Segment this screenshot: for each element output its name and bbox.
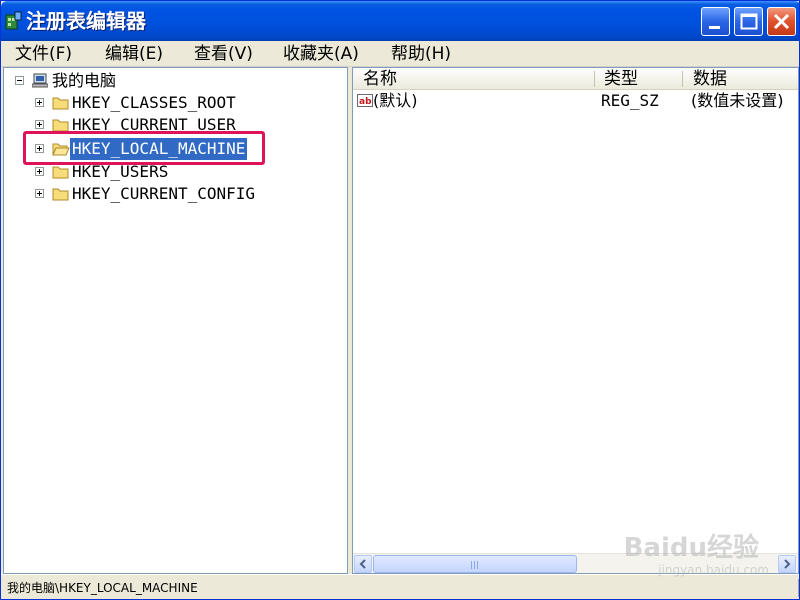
maximize-button[interactable] [734,7,763,36]
maximize-icon [740,13,758,30]
tree-item-hkey-current-config[interactable]: HKEY_CURRENT_CONFIG [4,183,344,205]
regedit-app-icon [5,11,22,30]
column-divider[interactable] [594,71,595,87]
folder-icon [52,166,69,179]
column-header-data[interactable]: 数据 [693,68,727,90]
expand-toggle[interactable] [35,120,44,129]
baidu-watermark-url: jingyan.baidu.com [658,563,769,577]
window-title: 注册表编辑器 [26,9,146,33]
baidu-watermark: Baidu经验 [623,533,759,563]
tree-item-hkey-classes-root[interactable]: HKEY_CLASSES_ROOT [4,92,344,114]
collapse-toggle[interactable] [15,76,24,85]
list-header: 名称 类型 数据 [353,68,798,90]
column-header-type[interactable]: 类型 [604,68,638,90]
value-name: (默认) [373,91,418,110]
minimize-button[interactable] [701,7,730,36]
tree-item-label: HKEY_CURRENT_CONFIG [72,184,256,203]
close-button[interactable] [767,7,796,36]
regedit-window: 注册表编辑器 文件(F) 编辑(E) 查看(V) 收藏夹(A) 帮助(H) 我的… [0,0,800,600]
menu-edit[interactable]: 编辑(E) [105,43,163,65]
string-value-icon: ab [357,94,373,107]
list-item[interactable]: ab (默认) REG_SZ (数值未设置) [353,90,798,112]
expand-toggle[interactable] [35,98,44,107]
value-list-pane[interactable]: 名称 类型 数据 ab (默认) REG_SZ (数值未设置) [352,67,799,574]
folder-icon [52,97,69,110]
menu-favorites[interactable]: 收藏夹(A) [283,43,359,65]
close-icon [773,13,790,30]
menu-file[interactable]: 文件(F) [15,43,72,65]
menu-bar: 文件(F) 编辑(E) 查看(V) 收藏夹(A) 帮助(H) [1,41,799,67]
scroll-right-button[interactable] [778,555,796,573]
chevron-right-icon [784,559,791,569]
menu-help[interactable]: 帮助(H) [391,43,451,65]
value-data: (数值未设置) [691,91,784,110]
folder-icon [52,119,69,132]
svg-text:ab: ab [359,97,372,107]
chevron-left-icon [359,559,366,569]
annotation-highlight-box [23,131,265,165]
status-bar: 我的电脑\HKEY_LOCAL_MACHINE [1,574,799,599]
tree-root-label: 我的电脑 [52,71,117,90]
expand-toggle[interactable] [35,189,44,198]
menu-view[interactable]: 查看(V) [194,43,253,65]
column-divider[interactable] [682,71,683,87]
tree-item-label: HKEY_CLASSES_ROOT [72,93,236,112]
scrollbar-thumb[interactable] [373,555,577,573]
value-type: REG_SZ [601,91,659,110]
minimize-icon [709,26,720,29]
scroll-left-button[interactable] [354,555,372,573]
tree-root-my-computer[interactable]: 我的电脑 [4,70,344,92]
column-header-name[interactable]: 名称 [363,68,397,90]
title-bar[interactable]: 注册表编辑器 [1,1,799,41]
folder-icon [52,188,69,201]
status-path: 我的电脑\HKEY_LOCAL_MACHINE [7,579,799,597]
expand-toggle[interactable] [35,167,44,176]
computer-icon [32,73,48,88]
